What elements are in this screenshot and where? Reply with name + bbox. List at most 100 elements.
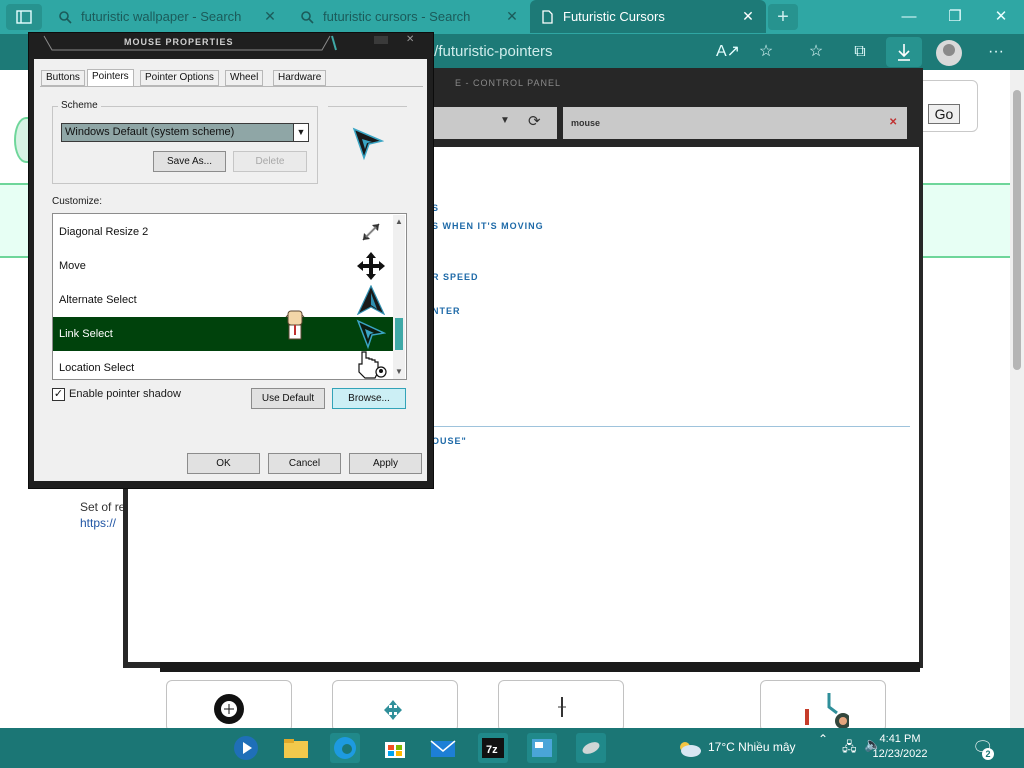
- address-bar[interactable]: t/futuristic-pointers: [430, 43, 553, 60]
- chevron-down-icon[interactable]: ▼: [293, 124, 308, 141]
- go-button[interactable]: Go: [928, 104, 960, 124]
- dilbert-character-icon: [285, 310, 305, 340]
- media-player-icon[interactable]: [231, 733, 261, 763]
- cloud-weather-icon[interactable]: [676, 738, 702, 758]
- tab-label: Futuristic Cursors: [563, 9, 665, 24]
- chevron-up-icon[interactable]: ⌃: [818, 732, 828, 746]
- edge-browser-icon[interactable]: [330, 733, 360, 763]
- page-link[interactable]: https://: [80, 516, 116, 530]
- search-icon: [59, 10, 72, 24]
- network-icon[interactable]: 🖧: [842, 738, 857, 760]
- cursor-tile[interactable]: [498, 680, 624, 732]
- tab-futuristic-cursors-search[interactable]: futuristic cursors - Search ✕: [290, 0, 530, 33]
- list-item[interactable]: Move: [53, 249, 393, 283]
- search-icon: [301, 10, 314, 24]
- scroll-up-arrow[interactable]: ▲: [393, 217, 405, 226]
- favorite-add-icon[interactable]: ☆: [754, 41, 778, 63]
- scheme-group: [52, 106, 318, 184]
- clear-search-icon[interactable]: ✕: [889, 117, 897, 128]
- control-panel-dropdown[interactable]: ▼ ⟳: [432, 107, 557, 139]
- weather-text[interactable]: 17°C Nhiều mây: [708, 740, 796, 754]
- cp-option[interactable]: NTER: [432, 306, 461, 316]
- page-scrollbar-thumb[interactable]: [1013, 90, 1021, 370]
- close-window-button[interactable]: ✕: [978, 0, 1024, 33]
- tab-buttons[interactable]: Buttons: [41, 70, 85, 86]
- save-as-button[interactable]: Save As...: [153, 151, 226, 172]
- cp-option[interactable]: R SPEED: [432, 272, 479, 282]
- list-item-selected[interactable]: Link Select: [53, 317, 393, 351]
- delete-button[interactable]: Delete: [233, 151, 307, 172]
- dialog-minimize-button[interactable]: [374, 36, 388, 44]
- downloads-button[interactable]: [886, 37, 922, 67]
- maximize-button[interactable]: ❐: [932, 0, 978, 33]
- cancel-button[interactable]: Cancel: [268, 453, 341, 474]
- control-panel-edge: [160, 662, 920, 672]
- apply-button[interactable]: Apply: [349, 453, 422, 474]
- alternate-select-icon: [357, 285, 385, 315]
- tab-actions-button[interactable]: [6, 4, 42, 30]
- browse-button[interactable]: Browse...: [332, 388, 406, 409]
- dialog-close-button[interactable]: ✕: [406, 34, 420, 46]
- clock-date[interactable]: 12/23/2022: [860, 747, 940, 762]
- profile-avatar[interactable]: [936, 40, 962, 66]
- tab-label: futuristic wallpaper - Search: [81, 9, 242, 24]
- control-panel-title: E - CONTROL PANEL: [455, 78, 562, 88]
- new-tab-button[interactable]: +: [768, 4, 798, 30]
- link-select-preview-icon: [352, 127, 384, 161]
- scheme-dropdown[interactable]: Windows Default (system scheme): [61, 123, 309, 142]
- tab-futuristic-cursors[interactable]: Futuristic Cursors ✕: [530, 0, 766, 33]
- tab-close-button[interactable]: ✕: [740, 8, 756, 25]
- collections-icon[interactable]: ⧉: [848, 41, 872, 63]
- pointer-shadow-checkbox[interactable]: ✓: [52, 388, 65, 401]
- divider: [432, 426, 910, 427]
- cursor-tile[interactable]: [166, 680, 292, 732]
- cursor-tile[interactable]: [760, 680, 886, 732]
- favorites-icon[interactable]: ☆: [804, 41, 828, 63]
- list-item[interactable]: Location Select: [53, 351, 393, 379]
- tab-close-button[interactable]: ✕: [262, 8, 278, 25]
- customize-label: Customize:: [52, 196, 103, 207]
- decorative-band: [920, 183, 1010, 258]
- move-icon: [357, 252, 385, 280]
- 7zip-icon[interactable]: 7z: [478, 733, 508, 763]
- mouse-settings-icon[interactable]: [576, 733, 606, 763]
- control-panel-search-text[interactable]: mouse: [571, 118, 600, 128]
- dialog-title: MOUSE PROPERTIES: [124, 37, 234, 47]
- use-default-button[interactable]: Use Default: [251, 388, 325, 409]
- list-scrollbar[interactable]: [393, 215, 405, 379]
- list-item[interactable]: Diagonal Resize 2: [53, 215, 393, 249]
- tab-hardware[interactable]: Hardware: [273, 70, 327, 86]
- circle-cursor-icon: [214, 694, 244, 724]
- pointer-name: Location Select: [59, 362, 135, 374]
- control-panel-search[interactable]: [563, 107, 907, 139]
- tab-close-button[interactable]: ✕: [504, 8, 520, 25]
- svg-text:7z: 7z: [486, 744, 498, 756]
- tab-pointer-options[interactable]: Pointer Options: [140, 70, 219, 86]
- minimize-button[interactable]: —: [886, 0, 932, 33]
- mail-icon[interactable]: [428, 733, 458, 763]
- tab-pointers[interactable]: Pointers: [87, 69, 134, 86]
- text-cursor-icon: [558, 697, 566, 717]
- control-panel-icon[interactable]: [527, 733, 557, 763]
- ok-button[interactable]: OK: [187, 453, 260, 474]
- more-menu-icon[interactable]: ···: [984, 41, 1008, 63]
- tab-wheel[interactable]: Wheel: [225, 70, 264, 86]
- list-scrollbar-thumb[interactable]: [395, 318, 403, 350]
- tab-divider: [40, 86, 423, 87]
- tab-futuristic-wallpaper[interactable]: futuristic wallpaper - Search ✕: [48, 0, 288, 33]
- cp-option[interactable]: OUSE": [432, 436, 467, 446]
- store-icon[interactable]: [380, 733, 410, 763]
- download-icon: [898, 44, 910, 61]
- scheme-label: Scheme: [58, 100, 101, 111]
- file-explorer-icon[interactable]: [281, 733, 311, 763]
- decorative-cursor-icon: [805, 693, 849, 729]
- clock-time[interactable]: 4:41 PM: [860, 732, 940, 747]
- page-icon: [542, 9, 553, 24]
- page-text: Set of re: [80, 500, 126, 514]
- cp-option[interactable]: S WHEN IT'S MOVING: [432, 221, 544, 231]
- list-item[interactable]: Alternate Select: [53, 283, 393, 317]
- cursor-tile[interactable]: [332, 680, 458, 732]
- read-aloud-icon[interactable]: A↗: [716, 41, 740, 63]
- scroll-down-arrow[interactable]: ▼: [393, 367, 405, 376]
- refresh-icon[interactable]: ⟳: [528, 112, 541, 130]
